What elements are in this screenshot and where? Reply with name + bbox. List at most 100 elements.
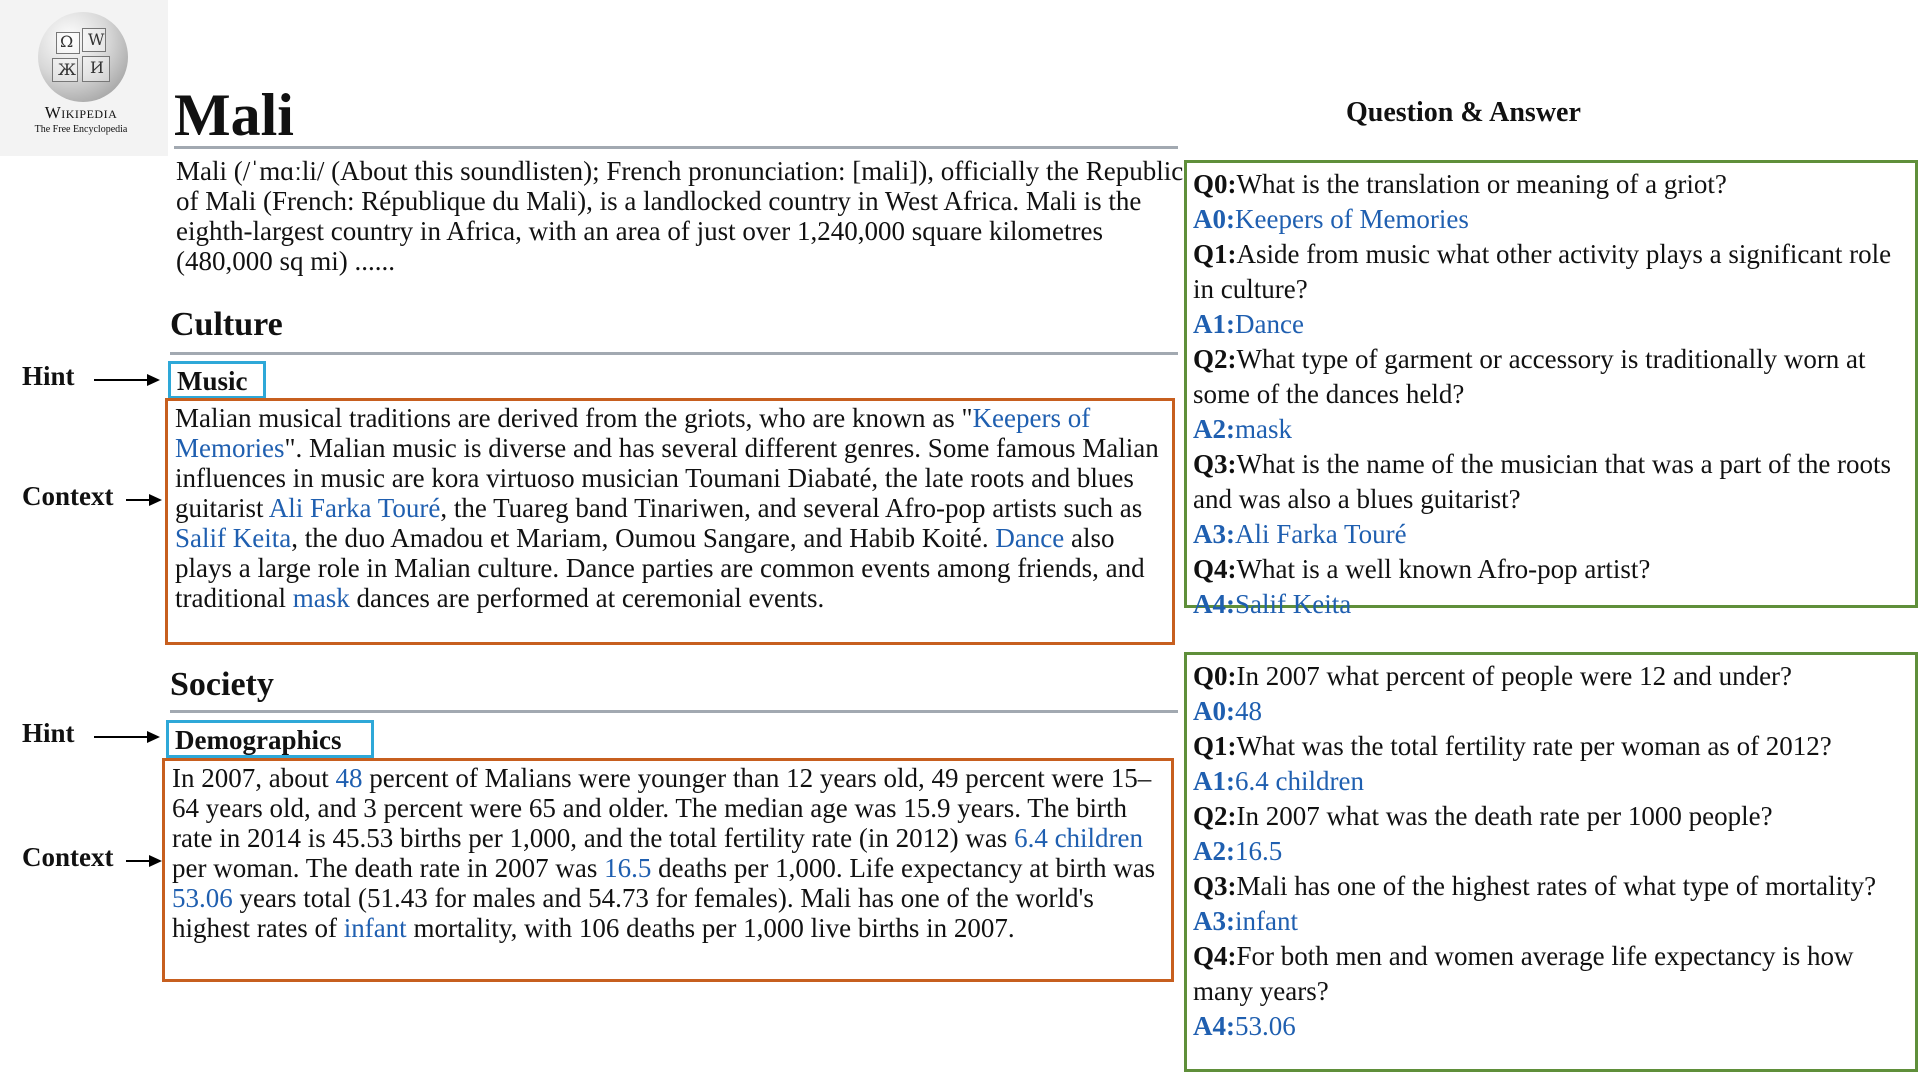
question-text: What is a well known Afro-pop artist? [1236,554,1651,584]
answer-id: A2: [1193,414,1235,444]
question-line: Q1:What was the total fertility rate per… [1193,729,1909,764]
hint-label-2: Hint [22,718,75,748]
answer-span[interactable]: 16.5 [604,853,651,883]
context-arrow-2 [126,855,162,867]
question-line: Q3:What is the name of the musician that… [1193,447,1909,517]
hint-box-music: Music [168,361,266,399]
answer-span[interactable]: 53.06 [172,883,233,913]
question-id: Q1: [1193,731,1237,761]
question-text: What is the name of the musician that wa… [1193,449,1892,514]
qa-box-culture: Q0:What is the translation or meaning of… [1184,160,1918,619]
answer-text: mask [1235,414,1292,444]
answer-line: A3:Ali Farka Touré [1193,517,1909,552]
answer-span[interactable]: infant [344,913,407,943]
question-id: Q1: [1193,239,1237,269]
question-id: Q3: [1193,449,1237,479]
answer-line: A1:6.4 children [1193,764,1909,799]
answer-id: A0: [1193,696,1235,726]
answer-line: A4:Salif Keita [1193,587,1909,622]
question-text: In 2007 what percent of people were 12 a… [1236,661,1793,691]
title-rule [174,146,1178,149]
question-id: Q4: [1193,941,1237,971]
section-rule-society [170,710,1178,713]
answer-span[interactable]: mask [293,583,350,613]
question-line: Q1:Aside from music what other activity … [1193,237,1909,307]
question-line: Q2:What type of garment or accessory is … [1193,342,1909,412]
question-id: Q4: [1193,554,1237,584]
question-id: Q3: [1193,871,1237,901]
question-text: What is the translation or meaning of a … [1236,169,1727,199]
context-segment: , the Tuareg band Tinariwen, and several… [440,493,1143,523]
answer-text: Salif Keita [1235,589,1352,619]
question-text: In 2007 what was the death rate per 1000… [1236,801,1773,831]
answer-text: Keepers of Memories [1235,204,1469,234]
answer-id: A4: [1193,1011,1235,1041]
question-text: Aside from music what other activity pla… [1193,239,1892,304]
answer-span[interactable]: 6.4 children [1014,823,1143,853]
question-line: Q2:In 2007 what was the death rate per 1… [1193,799,1909,834]
section-heading-culture: Culture [170,306,283,343]
question-text: What was the total fertility rate per wo… [1236,731,1832,761]
context-segment: per woman. The death rate in 2007 was [172,853,605,883]
question-id: Q2: [1193,344,1237,374]
hint-arrow-2 [94,731,160,743]
answer-line: A0:Keepers of Memories [1193,202,1909,237]
answer-line: A0:48 [1193,694,1909,729]
question-line: Q3:Mali has one of the highest rates of … [1193,869,1909,904]
question-text: For both men and women average life expe… [1193,941,1854,1006]
answer-span[interactable]: Dance [995,523,1064,553]
section-rule-culture [170,352,1178,355]
context-text: In 2007, about 48 percent of Malians wer… [172,763,1155,943]
answer-id: A1: [1193,766,1235,796]
question-text: Mali has one of the highest rates of wha… [1236,871,1877,901]
question-id: Q2: [1193,801,1237,831]
context-text: Malian musical traditions are derived fr… [175,403,1159,613]
context-segment: dances are performed at ceremonial event… [349,583,825,613]
question-text: What type of garment or accessory is tra… [1193,344,1866,409]
answer-text: Ali Farka Touré [1235,519,1407,549]
question-line: Q4:What is a well known Afro-pop artist? [1193,552,1909,587]
context-segment: , the duo Amadou et Mariam, Oumou Sangar… [291,523,996,553]
answer-text: 48 [1235,696,1262,726]
qa-box-society: Q0:In 2007 what percent of people were 1… [1184,652,1918,1072]
answer-text: Dance [1235,309,1304,339]
answer-id: A1: [1193,309,1235,339]
answer-text: 6.4 children [1235,766,1364,796]
hint-box-demographics: Demographics [166,720,374,758]
answer-line: A2:mask [1193,412,1909,447]
question-line: Q0:What is the translation or meaning of… [1193,167,1909,202]
answer-text: 16.5 [1235,836,1283,866]
logo-tagline: The Free Encyclopedia [34,124,128,135]
answer-id: A3: [1193,906,1235,936]
question-line: Q0:In 2007 what percent of people were 1… [1193,659,1909,694]
answer-span[interactable]: Salif Keita [175,523,291,553]
hint-label-1: Hint [22,361,75,391]
context-segment: Malian musical traditions are derived fr… [175,403,973,433]
hint-arrow-1 [94,374,160,386]
answer-line: A1:Dance [1193,307,1909,342]
context-arrow-1 [126,494,162,506]
context-segment: deaths per 1,000. Life expectancy at bir… [651,853,1156,883]
article-intro: Mali (/ˈmɑːli/ (About this soundlisten);… [176,156,1184,276]
logo-wordmark: Wikipedia [44,103,118,122]
question-id: Q0: [1193,661,1237,691]
answer-line: A3:infant [1193,904,1909,939]
answer-span[interactable]: 48 [335,763,362,793]
answer-line: A4:53.06 [1193,1009,1909,1044]
puzzle-globe-icon: Ω W Ж И [38,12,128,102]
wikipedia-logo: Ω W Ж И Wikipedia The Free Encyclopedia [0,0,168,156]
context-label-2: Context [22,842,114,872]
qa-heading: Question & Answer [1346,97,1581,128]
answer-text: infant [1235,906,1298,936]
answer-text: 53.06 [1235,1011,1296,1041]
context-segment: mortality, with 106 deaths per 1,000 liv… [406,913,1015,943]
question-id: Q0: [1193,169,1237,199]
context-label-1: Context [22,481,114,511]
answer-span[interactable]: Ali Farka Touré [269,493,441,523]
answer-id: A4: [1193,589,1235,619]
question-line: Q4:For both men and women average life e… [1193,939,1909,1009]
context-segment: In 2007, about [172,763,336,793]
answer-id: A3: [1193,519,1235,549]
answer-id: A0: [1193,204,1235,234]
answer-id: A2: [1193,836,1235,866]
